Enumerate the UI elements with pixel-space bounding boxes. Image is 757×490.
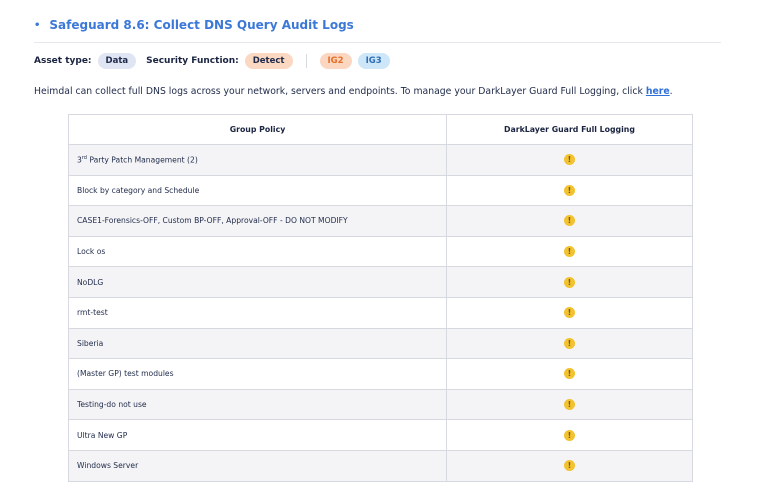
table-row: Testing-do not use! <box>68 388 693 421</box>
full-logging-status: ! <box>446 205 693 237</box>
table-row: rmt-test! <box>68 296 693 329</box>
table-row: CASE1-Forensics-OFF, Custom BP-OFF, Appr… <box>68 205 693 237</box>
group-policy-name: Lock os <box>68 235 447 268</box>
warning-circle-icon: ! <box>564 307 575 319</box>
group-policy-header: Group Policy <box>68 114 447 145</box>
group-policy-name: CASE1-Forensics-OFF, Custom BP-OFF, Appr… <box>68 205 447 237</box>
warning-circle-icon: ! <box>564 246 575 258</box>
full-logging-status: ! <box>446 388 693 421</box>
full-logging-status: ! <box>446 235 693 268</box>
group-policy-name: NoDLG <box>68 266 447 298</box>
group-policy-name: 3rd Party Patch Management (2) <box>68 144 447 176</box>
table-header-row: Group Policy DarkLayer Guard Full Loggin… <box>68 114 693 145</box>
full-logging-status: ! <box>446 296 693 329</box>
warning-circle-icon: ! <box>564 154 575 166</box>
group-policy-name: Windows Server <box>68 449 447 482</box>
warning-circle-icon: ! <box>564 429 575 441</box>
warning-circle-icon: ! <box>564 399 575 411</box>
intro-body: Heimdal can collect full DNS logs across… <box>34 86 646 97</box>
group-policy-name: Testing-do not use <box>68 388 447 421</box>
warning-circle-icon: ! <box>564 184 575 196</box>
table-row: Siberia! <box>68 327 693 360</box>
table-row: 3rd Party Patch Management (2)! <box>68 144 693 176</box>
bullet-icon: • <box>34 19 41 31</box>
full-logging-status: ! <box>446 419 693 451</box>
manage-logging-link[interactable]: here <box>646 86 670 97</box>
group-policy-name: rmt-test <box>68 296 447 329</box>
full-logging-status: ! <box>446 449 693 482</box>
table-row: Ultra New GP! <box>68 419 693 451</box>
security-function-label: Security Function: <box>146 56 239 66</box>
warning-circle-icon: ! <box>564 276 575 288</box>
intro-text: Heimdal can collect full DNS logs across… <box>34 86 673 97</box>
group-policy-name: Ultra New GP <box>68 419 447 451</box>
table-row: (Master GP) test modules! <box>68 358 693 390</box>
table-row: Lock os! <box>68 235 693 268</box>
warning-circle-icon: ! <box>564 337 575 349</box>
full-logging-status: ! <box>446 266 693 298</box>
ig2-badge: IG2 <box>319 53 352 69</box>
asset-type-badge: Data <box>97 53 137 69</box>
full-logging-status: ! <box>446 327 693 360</box>
group-policy-name: Siberia <box>68 327 447 360</box>
table-row: NoDLG! <box>68 266 693 298</box>
warning-circle-icon: ! <box>564 460 575 472</box>
warning-circle-icon: ! <box>564 215 575 227</box>
full-logging-header: DarkLayer Guard Full Logging <box>446 114 693 145</box>
warning-circle-icon: ! <box>564 368 575 380</box>
full-logging-status: ! <box>446 144 693 176</box>
table-body: 3rd Party Patch Management (2)! Block by … <box>68 144 693 482</box>
section-title: Safeguard 8.6: Collect DNS Query Audit L… <box>49 18 354 32</box>
full-logging-status: ! <box>446 358 693 390</box>
asset-type-label: Asset type: <box>34 56 92 66</box>
table-row: Windows Server! <box>68 449 693 482</box>
security-function-badge: Detect <box>244 53 293 69</box>
intro-suffix: . <box>669 86 673 97</box>
section-heading: • Safeguard 8.6: Collect DNS Query Audit… <box>34 18 721 43</box>
meta-divider <box>305 54 307 68</box>
safeguard-meta: Asset type: Data Security Function: Dete… <box>34 52 390 70</box>
full-logging-status: ! <box>446 174 693 207</box>
table-row: Block by category and Schedule! <box>68 174 693 207</box>
group-policy-name: Block by category and Schedule <box>68 174 447 207</box>
group-policy-name: (Master GP) test modules <box>68 358 447 390</box>
ig3-badge: IG3 <box>357 53 390 69</box>
group-policy-table: Group Policy DarkLayer Guard Full Loggin… <box>68 114 693 482</box>
